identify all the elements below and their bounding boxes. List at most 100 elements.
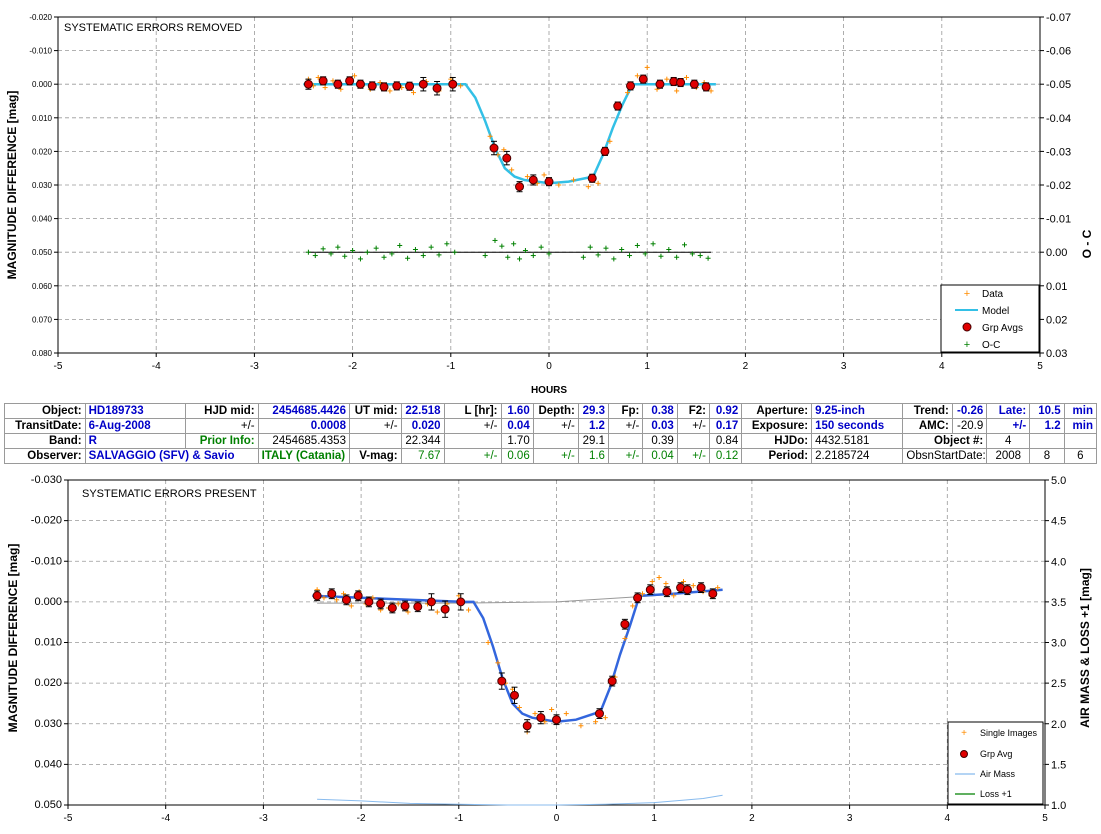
info-row-3: Band: R Prior Info: 2454685.4353 22.344 1.70 2… <box>4 433 1098 449</box>
group-average-point <box>376 599 386 609</box>
x-tick-label: -2 <box>348 361 357 372</box>
x-tick-label: 3 <box>847 813 853 824</box>
y2-tick-label: -0.02 <box>1046 180 1071 192</box>
oc-point <box>505 254 511 260</box>
group-average-point <box>502 153 512 163</box>
group-average <box>620 618 630 630</box>
air-mass-curve <box>317 794 723 806</box>
group-average-point <box>318 76 328 86</box>
group-average <box>376 598 386 610</box>
y2-tick-label: 4.5 <box>1051 516 1066 528</box>
data-point <box>541 172 547 178</box>
group-average-point <box>497 676 507 686</box>
oc-point <box>364 249 370 255</box>
group-average-point <box>303 79 313 89</box>
y-axis-label: MAGNITUDE DIFFERENCE [mag] <box>5 91 19 280</box>
group-average-point <box>638 74 648 84</box>
group-average-point <box>509 690 519 700</box>
group-average-point <box>676 78 686 88</box>
y2-tick-label: 1.5 <box>1051 759 1066 771</box>
y2-tick-label: -0.06 <box>1046 46 1071 58</box>
group-average <box>633 592 643 604</box>
model-curve-group <box>303 82 716 185</box>
x-tick-label: -4 <box>161 813 170 824</box>
group-average-point <box>607 676 617 686</box>
y2-tick-label: 1.0 <box>1051 800 1066 812</box>
group-average <box>689 79 699 89</box>
legend-label-oc: O-C <box>982 340 1000 351</box>
group-average <box>594 708 604 719</box>
oc-point <box>666 247 672 253</box>
group-average <box>400 600 410 612</box>
group-average-point <box>522 721 532 731</box>
oc-point <box>381 254 387 260</box>
single-image-point <box>602 715 608 721</box>
x-tick-label: 0 <box>554 813 560 824</box>
single-image-point <box>549 707 555 713</box>
y2-tick-label: -0.01 <box>1046 214 1071 226</box>
x-tick-label: -1 <box>454 813 463 824</box>
group-average <box>312 590 322 602</box>
group-average-point <box>696 583 706 593</box>
y-tick-label: 0.030 <box>34 718 62 730</box>
oc-point <box>342 253 348 259</box>
x-tick-label: 0 <box>546 361 552 372</box>
info-row-2: TransitDate: 6-Aug-2008 +/- 0.0008 +/- 0.020 +… <box>4 418 1098 434</box>
single-image-point <box>466 607 472 613</box>
data-point <box>644 64 650 70</box>
oc-point <box>444 241 450 247</box>
group-average <box>626 81 636 91</box>
y2-tick-label: -0.07 <box>1046 12 1071 24</box>
group-average <box>600 146 610 156</box>
y2-tick-label: 0.02 <box>1046 314 1067 326</box>
x-tick-label: -2 <box>357 813 366 824</box>
x-tick-label: -1 <box>446 361 455 372</box>
group-average-point <box>633 593 643 603</box>
group-average-point <box>613 101 623 111</box>
group-average-point <box>708 589 718 599</box>
group-average <box>613 101 623 111</box>
group-average-point <box>662 587 672 597</box>
group-average <box>353 590 363 602</box>
group-average-point <box>333 79 343 89</box>
y-tick-label: -0.010 <box>31 555 62 567</box>
group-average <box>607 675 617 687</box>
group-average-point <box>600 146 610 156</box>
oc-point <box>603 245 609 251</box>
legend-marker-oc: + <box>964 339 970 351</box>
info-row-1: Object: HD189733 HJD mid: 2454685.4426 UT mi… <box>4 403 1098 419</box>
group-average-point <box>528 175 538 185</box>
group-averages-group <box>312 582 718 733</box>
group-average <box>502 150 512 166</box>
group-average-point <box>701 82 711 92</box>
y-tick-label: 0.010 <box>34 637 62 649</box>
oc-point <box>405 255 411 261</box>
group-average-point <box>552 715 561 725</box>
group-average <box>552 714 561 726</box>
group-average <box>708 588 718 600</box>
group-average-point <box>432 83 442 93</box>
legend-marker-grp <box>962 322 972 332</box>
group-average <box>405 81 415 91</box>
group-average <box>682 584 692 596</box>
group-average-point <box>426 597 436 607</box>
oc-point <box>538 244 544 250</box>
oc-point <box>517 256 523 262</box>
x-tick-label: -3 <box>259 813 268 824</box>
group-average-point <box>440 604 450 614</box>
group-average-point <box>327 589 337 599</box>
oc-points-group <box>305 237 711 262</box>
y-tick-label: -0.020 <box>29 13 52 22</box>
legend-label-model: Model <box>982 306 1009 317</box>
group-average-point <box>392 81 402 91</box>
oc-point <box>634 242 640 248</box>
y-tick-label: -0.030 <box>31 474 62 486</box>
data-point <box>410 90 416 96</box>
y2-axis-label: AIR MASS & LOSS +1 [mag] <box>1078 568 1092 728</box>
oc-point <box>580 254 586 260</box>
group-average <box>426 593 436 611</box>
group-average-point <box>448 79 458 89</box>
single-image-point <box>532 711 538 717</box>
data-point <box>664 76 670 82</box>
oc-point <box>492 237 498 243</box>
